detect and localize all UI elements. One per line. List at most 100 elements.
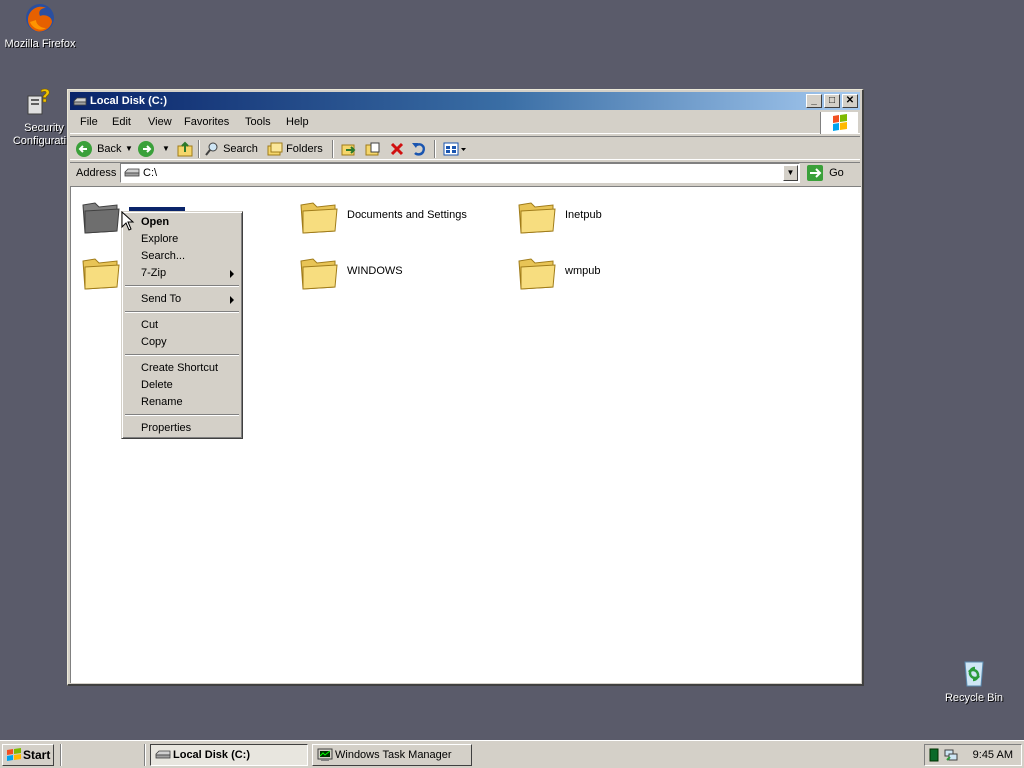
address-input[interactable]: C:\ ▼ [120,163,800,183]
forward-button[interactable] [138,140,154,158]
copy-to-icon [365,142,380,156]
tray-network-icon[interactable] [943,748,959,762]
task-task-manager[interactable]: Windows Task Manager [312,744,472,766]
move-to-icon [341,144,356,156]
toolbar-separator [332,140,334,158]
folder-name: Documents and Settings [347,209,467,221]
start-button[interactable]: Start [2,744,54,766]
windows-logo [820,112,858,134]
folder-item[interactable]: wmpub [517,253,657,295]
search-button[interactable]: Search [204,140,258,158]
views-button[interactable] [442,140,468,158]
back-label: Back [97,143,122,155]
window-title: Local Disk (C:) [90,95,168,107]
folder-icon [82,202,120,234]
menu-edit[interactable]: Edit [112,116,131,128]
address-bar: Address C:\ ▼ Go [70,162,860,184]
ctx-explore[interactable]: Explore [141,233,178,245]
menu-separator [125,285,239,287]
folders-button[interactable]: Folders [267,140,323,158]
delete-x-icon [390,142,404,156]
ctx-delete[interactable]: Delete [141,379,173,391]
ctx-copy[interactable]: Copy [141,336,167,348]
standard-toolbar: Back ▼ ▼ Search Folders [70,136,860,160]
desktop-icon-recycle-bin[interactable]: Recycle Bin [934,656,1014,705]
ctx-cut[interactable]: Cut [141,319,158,331]
menu-view[interactable]: View [148,116,172,128]
up-folder-button[interactable] [176,140,194,158]
windows-flag-icon [833,114,847,131]
quick-launch-divider [60,744,62,766]
up-folder-icon [177,141,193,157]
folder-item[interactable]: Documents and Settings [299,197,499,239]
move-to-button[interactable] [340,140,358,158]
menu-separator [125,311,239,313]
folder-name: WINDOWS [347,265,403,277]
task-manager-icon [317,748,333,761]
undo-button[interactable] [410,140,428,158]
search-label: Search [223,143,258,155]
views-icon [443,142,466,156]
submenu-arrow-icon [230,296,234,304]
system-tray: 9:45 AM [924,744,1022,766]
desktop-icon-firefox[interactable]: Mozilla Firefox [0,2,80,51]
security-config-icon: ? [27,86,51,115]
taskbar: Start Local Disk (C:) Windows Task Manag… [0,740,1024,768]
mouse-cursor-icon [121,211,135,231]
firefox-icon [26,4,54,32]
task-local-disk[interactable]: Local Disk (C:) [150,744,308,766]
forward-dropdown-icon[interactable]: ▼ [162,140,170,158]
folder-name: Inetpub [565,209,602,221]
back-arrow-icon [76,141,92,158]
address-dropdown-button[interactable]: ▼ [783,165,798,181]
folders-icon [267,142,283,156]
svg-text:?: ? [40,86,50,107]
minimize-button[interactable]: _ [806,94,822,108]
task-label: Windows Task Manager [335,749,452,761]
address-label: Address [76,167,117,179]
drive-icon [124,168,140,177]
ctx-properties[interactable]: Properties [141,422,191,434]
folder-icon [518,258,556,290]
go-button[interactable]: Go [806,164,844,182]
toolbar-separator [434,140,436,158]
maximize-button[interactable]: □ [824,94,840,108]
ctx-search[interactable]: Search... [141,250,185,262]
menu-separator [125,354,239,356]
clock[interactable]: 9:45 AM [973,749,1013,761]
menu-favorites[interactable]: Favorites [184,116,229,128]
delete-button[interactable] [388,140,406,158]
menu-tools[interactable]: Tools [245,116,271,128]
start-label: Start [23,748,51,762]
folder-icon [300,202,338,234]
folder-icon [82,258,120,290]
desktop-icon-label: Mozilla Firefox [4,38,76,50]
drive-icon [73,97,87,106]
folder-item[interactable] [81,253,121,295]
close-button[interactable]: ✕ [842,94,858,108]
ctx-rename[interactable]: Rename [141,396,183,408]
ctx-create-shortcut[interactable]: Create Shortcut [141,362,218,374]
toolbar-separator [198,140,200,158]
context-menu: Open Explore Search... 7-Zip Send To Cut… [121,211,243,439]
ctx-7zip[interactable]: 7-Zip [141,267,166,279]
address-value: C:\ [143,167,158,179]
title-bar[interactable]: Local Disk (C:) _ □ ✕ [70,92,860,110]
tray-cpu-icon[interactable] [929,748,939,762]
menu-file[interactable]: File [80,116,98,128]
copy-to-button[interactable] [364,140,382,158]
folder-item[interactable]: Inetpub [517,197,657,239]
desktop-icon-label: Recycle Bin [944,692,1004,704]
task-label: Local Disk (C:) [173,749,251,761]
folder-item[interactable]: WINDOWS [299,253,439,295]
menu-separator [125,414,239,416]
windows-flag-icon [7,748,21,761]
back-button[interactable]: Back [76,140,122,158]
ctx-open[interactable]: Open [141,216,169,228]
taskbar-divider [144,744,146,766]
menu-help[interactable]: Help [286,116,309,128]
recycle-bin-icon [964,661,984,687]
folder-name: wmpub [565,265,601,277]
back-dropdown-icon[interactable]: ▼ [125,140,133,158]
ctx-send-to[interactable]: Send To [141,293,181,305]
